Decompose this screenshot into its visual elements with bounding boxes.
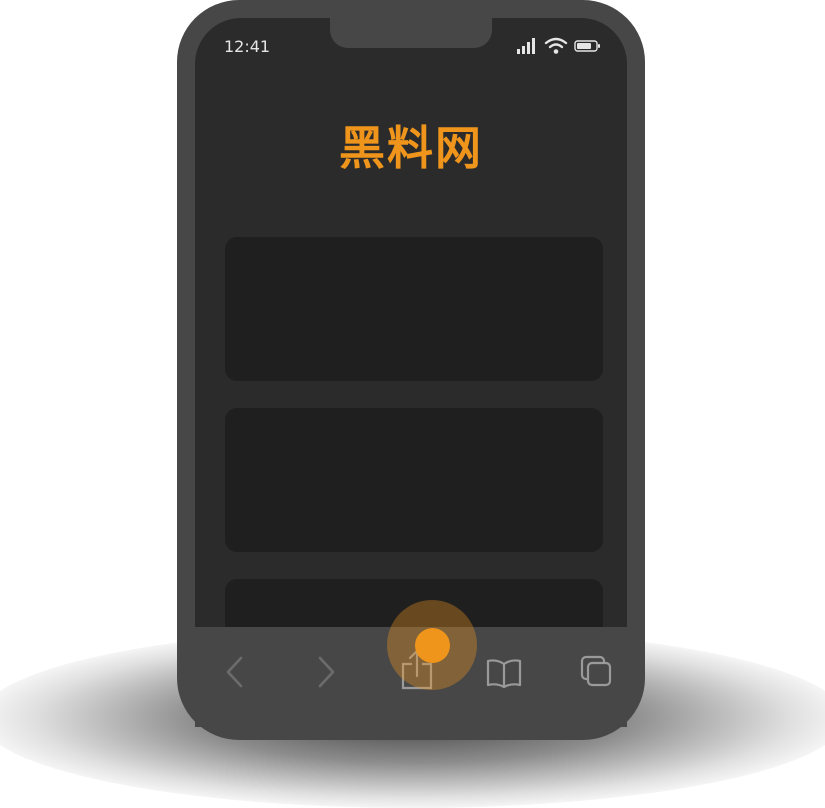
wifi-icon (544, 37, 568, 54)
tabs-icon[interactable] (580, 655, 614, 689)
content-card[interactable] (225, 237, 603, 381)
status-time: 12:41 (224, 37, 271, 56)
back-icon[interactable] (222, 655, 248, 689)
forward-icon[interactable] (313, 655, 339, 689)
tap-indicator-dot (415, 628, 450, 663)
page-title: 黑料网 (339, 121, 483, 175)
signal-icon (517, 38, 535, 54)
battery-icon (574, 40, 600, 52)
bookmarks-icon[interactable] (486, 658, 522, 688)
content-card[interactable] (225, 408, 603, 552)
notch (330, 0, 492, 48)
